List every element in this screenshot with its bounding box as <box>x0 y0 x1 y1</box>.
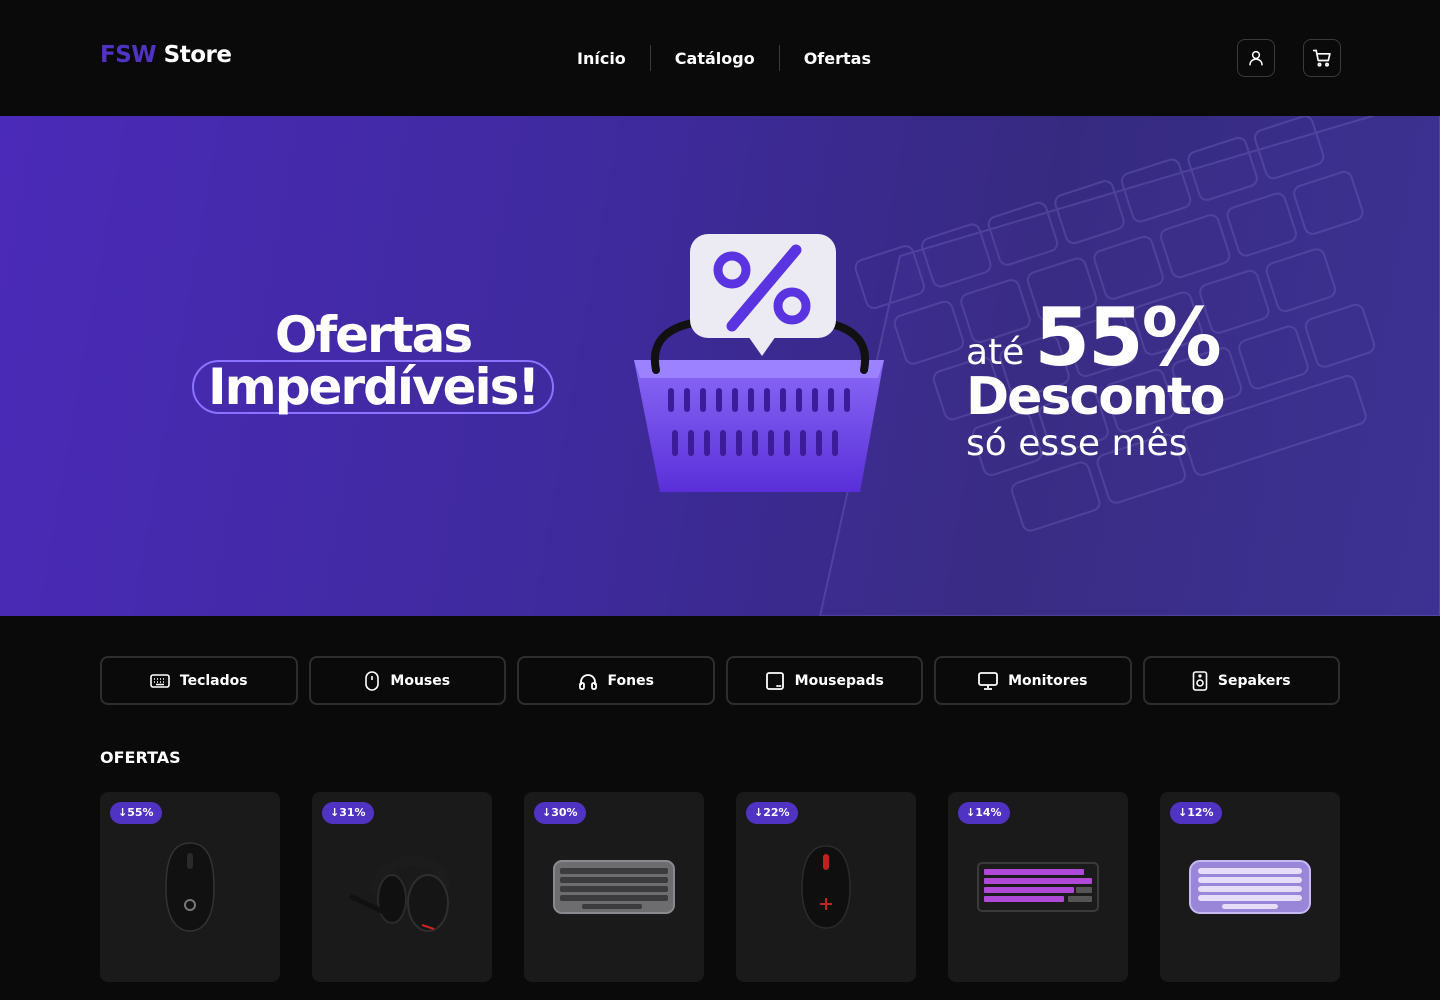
nav-inicio[interactable]: Início <box>553 49 650 68</box>
banner-so-esse-mes: só esse mês <box>966 423 1188 464</box>
product-card[interactable]: ↓30% <box>524 792 704 982</box>
headset-product-image <box>349 855 451 932</box>
category-label: Monitores <box>1008 672 1088 689</box>
header: FSW Store Início Catálogo Ofertas <box>0 0 1440 116</box>
discount-badge: ↓14% <box>958 802 1010 824</box>
category-list: Teclados Mouses Fones Mousepads Monitore… <box>100 656 1340 705</box>
banner-title-pill: Imperdíveis! <box>192 358 555 416</box>
banner-percent: 55% <box>1034 291 1221 384</box>
banner-desconto: Desconto <box>966 367 1226 427</box>
offers-title: OFERTAS <box>100 748 181 767</box>
discount-badge: ↓55% <box>110 802 162 824</box>
cart-button[interactable] <box>1303 39 1341 77</box>
category-label: Fones <box>607 672 654 689</box>
discount-value: 22% <box>763 806 790 819</box>
discount-badge: ↓31% <box>322 802 374 824</box>
discount-badge: ↓30% <box>534 802 586 824</box>
category-fones[interactable]: Fones <box>517 656 715 705</box>
logo-accent: FSW <box>100 42 157 68</box>
category-mousepads[interactable]: Mousepads <box>725 656 923 705</box>
product-image <box>948 832 1128 942</box>
category-label: Sepakers <box>1217 672 1291 689</box>
cart-icon <box>1312 49 1331 67</box>
product-image <box>736 832 916 942</box>
mouse-icon <box>365 670 380 691</box>
banner-discount: até 55% Desconto só esse mês <box>966 291 1266 464</box>
product-card[interactable]: ↓55% <box>100 792 280 982</box>
discount-value: 31% <box>339 806 366 819</box>
logo-text: Store <box>163 42 232 68</box>
main-nav: Início Catálogo Ofertas <box>553 44 895 72</box>
user-icon <box>1249 50 1263 66</box>
nav-ofertas[interactable]: Ofertas <box>780 49 895 68</box>
category-monitores[interactable]: Monitores <box>934 656 1132 705</box>
headphones-icon <box>578 673 597 690</box>
category-sepakers[interactable]: Sepakers <box>1142 656 1340 705</box>
mouse-product-image <box>165 842 215 932</box>
logo[interactable]: FSW Store <box>100 42 232 68</box>
keyboard-product-image <box>553 860 675 914</box>
category-teclados[interactable]: Teclados <box>100 656 298 705</box>
monitor-icon <box>978 671 998 690</box>
offers-list: ↓55% ↓31% ↓30% ↓22% ↓14% ↓12% <box>100 792 1340 982</box>
category-mouses[interactable]: Mouses <box>308 656 506 705</box>
keyboard-product-image <box>977 862 1099 912</box>
speaker-icon <box>1192 670 1208 691</box>
discount-value: 14% <box>975 806 1002 819</box>
discount-value: 30% <box>551 806 578 819</box>
product-card[interactable]: ↓31% <box>312 792 492 982</box>
mouse-product-image <box>801 845 851 929</box>
discount-value: 55% <box>127 806 154 819</box>
product-image <box>312 832 492 942</box>
banner-title-line1: Ofertas <box>274 306 473 364</box>
product-image <box>1160 832 1340 942</box>
banner-title-line2: Imperdíveis! <box>208 358 540 416</box>
product-image <box>100 832 280 942</box>
mousepad-icon <box>765 671 784 690</box>
product-card[interactable]: ↓14% <box>948 792 1128 982</box>
category-label: Mousepads <box>794 672 884 689</box>
keyboard-product-image <box>1189 860 1311 914</box>
discount-value: 12% <box>1187 806 1214 819</box>
discount-badge: ↓22% <box>746 802 798 824</box>
banner-headline: Ofertas Imperdíveis! <box>192 306 555 416</box>
keyboard-icon <box>150 673 170 688</box>
category-label: Mouses <box>390 672 451 689</box>
shopping-basket-illustration <box>634 234 884 492</box>
user-button[interactable] <box>1237 39 1275 77</box>
product-card[interactable]: ↓12% <box>1160 792 1340 982</box>
discount-badge: ↓12% <box>1170 802 1222 824</box>
promo-banner[interactable]: Ofertas Imperdíveis! até 55% Desconto só… <box>0 116 1440 616</box>
nav-catalogo[interactable]: Catálogo <box>651 49 779 68</box>
product-image <box>524 832 704 942</box>
category-label: Teclados <box>179 672 248 689</box>
product-card[interactable]: ↓22% <box>736 792 916 982</box>
